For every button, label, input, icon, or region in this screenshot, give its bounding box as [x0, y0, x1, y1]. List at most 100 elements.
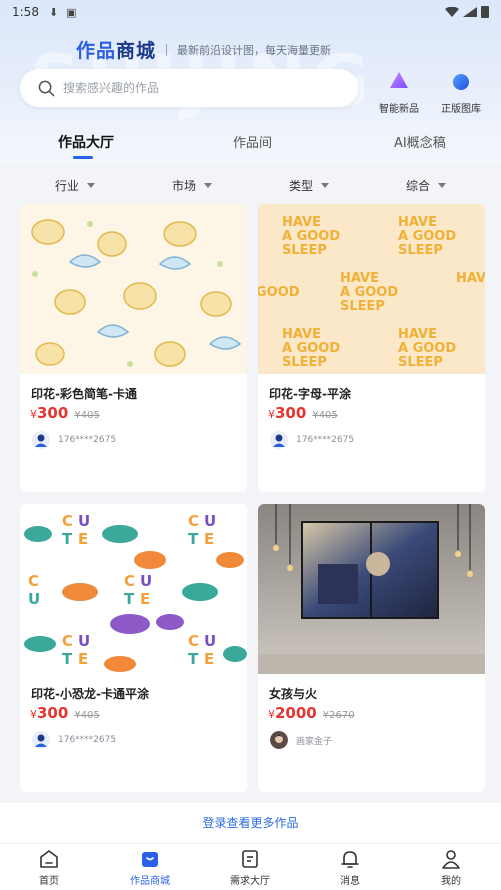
svg-text:E: E	[204, 530, 214, 548]
original-price: 2670	[329, 710, 355, 721]
svg-text:HAVE: HAVE	[398, 215, 437, 230]
active-tab-indicator	[73, 156, 93, 159]
quick-link-gallery[interactable]: 正版图库	[430, 70, 492, 115]
nav-shop[interactable]: 作品商城	[120, 848, 180, 887]
svg-text:SLEEP: SLEEP	[282, 243, 327, 258]
chevron-down-icon	[438, 183, 447, 188]
tab-hall[interactable]: 作品大厅	[58, 132, 114, 152]
chevron-down-icon	[204, 183, 213, 188]
svg-text:HAVE: HAVE	[282, 327, 321, 342]
original-price: 405	[318, 410, 338, 421]
author-name: 176****2675	[296, 435, 355, 445]
filter-type[interactable]: 类型	[289, 177, 330, 194]
quick-link-label: 智能新品	[379, 104, 419, 115]
author-info[interactable]: 176****2675	[32, 731, 116, 749]
nav-messages[interactable]: 消息	[320, 848, 380, 887]
author-info[interactable]: 176****2675	[270, 431, 354, 449]
product-card[interactable]: HAVE A GOOD SLEEP HAVE A GOOD SLEEP HAVE A GO…	[258, 204, 485, 492]
svg-text:C: C	[62, 512, 73, 530]
nav-demand[interactable]: 需求大厅	[220, 848, 280, 887]
product-image: CUTE CUTE CU CUTE CUTE CUTE	[20, 504, 247, 674]
svg-text:SLEEP: SLEEP	[398, 355, 443, 370]
svg-text:T: T	[188, 530, 199, 548]
current-price: 300	[37, 404, 69, 422]
svg-text:C: C	[188, 512, 199, 530]
filter-sort[interactable]: 综合	[406, 177, 447, 194]
svg-text:HAVE: HAVE	[456, 271, 485, 286]
page-title: 作品商城	[76, 40, 157, 62]
avatar	[270, 431, 288, 449]
svg-text:E: E	[140, 590, 150, 608]
svg-text:C: C	[124, 572, 135, 590]
svg-text:A GOOD: A GOOD	[282, 229, 340, 244]
svg-text:SLEEP: SLEEP	[282, 355, 327, 370]
nav-home[interactable]: 首页	[19, 848, 79, 887]
bell-icon	[341, 851, 359, 868]
nav-label: 需求大厅	[230, 876, 270, 887]
download-icon: ⬇	[48, 5, 59, 19]
tab-studio[interactable]: 作品间	[233, 132, 272, 151]
svg-text:T: T	[188, 650, 199, 668]
svg-text:A GOOD: A GOOD	[398, 229, 456, 244]
svg-text:GOOD: GOOD	[258, 285, 300, 300]
search-icon	[38, 80, 55, 96]
svg-text:C: C	[28, 572, 39, 590]
chevron-down-icon	[321, 183, 330, 188]
svg-text:A GOOD: A GOOD	[398, 341, 456, 356]
search-input[interactable]	[63, 81, 313, 95]
currency-symbol: ¥	[30, 708, 37, 721]
filter-bar: 行业 市场 类型 综合	[0, 165, 501, 203]
product-price: ¥ 300 ¥ 405	[268, 404, 338, 422]
product-card[interactable]: 印花-彩色简笔-卡通 ¥ 300 ¥ 405 176****2675	[20, 204, 247, 492]
home-icon	[40, 850, 58, 868]
current-price: 2000	[275, 704, 317, 722]
svg-text:E: E	[78, 650, 88, 668]
svg-text:U: U	[78, 512, 90, 530]
product-card[interactable]: CUTE CUTE CU CUTE CUTE CUTE 印花-小恐龙-卡通平涂 …	[20, 504, 247, 792]
product-image: HAVE A GOOD SLEEP HAVE A GOOD SLEEP HAVE A GO…	[258, 204, 485, 374]
search-bar[interactable]	[20, 69, 358, 107]
svg-text:T: T	[62, 650, 73, 668]
filter-market[interactable]: 市场	[172, 177, 213, 194]
svg-text:U: U	[28, 590, 40, 608]
quick-link-smart-new[interactable]: 智能新品	[368, 70, 430, 115]
nav-profile[interactable]: 我的	[421, 848, 481, 887]
profile-icon	[442, 850, 460, 869]
battery-icon	[481, 6, 489, 18]
nav-label: 消息	[340, 876, 360, 887]
svg-text:U: U	[140, 572, 152, 590]
product-title: 女孩与火	[269, 687, 318, 701]
login-more-link[interactable]: 登录查看更多作品	[202, 816, 298, 830]
avatar	[32, 731, 50, 749]
svg-text:HAVE: HAVE	[340, 271, 379, 286]
tab-ai-concept[interactable]: AI概念稿	[394, 132, 446, 151]
svg-text:E: E	[204, 650, 214, 668]
svg-text:U: U	[204, 512, 216, 530]
svg-text:SLEEP: SLEEP	[398, 243, 443, 258]
chevron-down-icon	[87, 183, 96, 188]
product-title: 印花-小恐龙-卡通平涂	[31, 687, 149, 701]
nav-label: 作品商城	[130, 876, 170, 887]
svg-text:C: C	[188, 632, 199, 650]
product-card[interactable]: 女孩与火 ¥ 2000 ¥ 2670 画家金子	[258, 504, 485, 792]
brand-divider	[166, 43, 168, 56]
currency-symbol: ¥	[30, 408, 37, 421]
product-title: 印花-彩色简笔-卡通	[31, 387, 137, 401]
original-price: 405	[80, 710, 100, 721]
filter-industry[interactable]: 行业	[55, 177, 96, 194]
svg-text:HAVE: HAVE	[398, 327, 437, 342]
status-time: 1:58	[12, 5, 39, 19]
product-image	[258, 504, 485, 674]
author-info[interactable]: 176****2675	[32, 431, 116, 449]
author-name: 画家金子	[296, 736, 333, 747]
more-section: 登录查看更多作品	[0, 803, 501, 843]
image-notification-icon: ▣	[66, 5, 77, 19]
current-price: 300	[275, 404, 307, 422]
svg-text:C: C	[62, 632, 73, 650]
product-price: ¥ 2000 ¥ 2670	[268, 704, 355, 722]
nav-label: 首页	[39, 876, 59, 887]
svg-text:T: T	[62, 530, 73, 548]
svg-text:A GOOD: A GOOD	[282, 341, 340, 356]
author-info[interactable]: 画家金子	[270, 731, 332, 749]
current-price: 300	[37, 704, 69, 722]
